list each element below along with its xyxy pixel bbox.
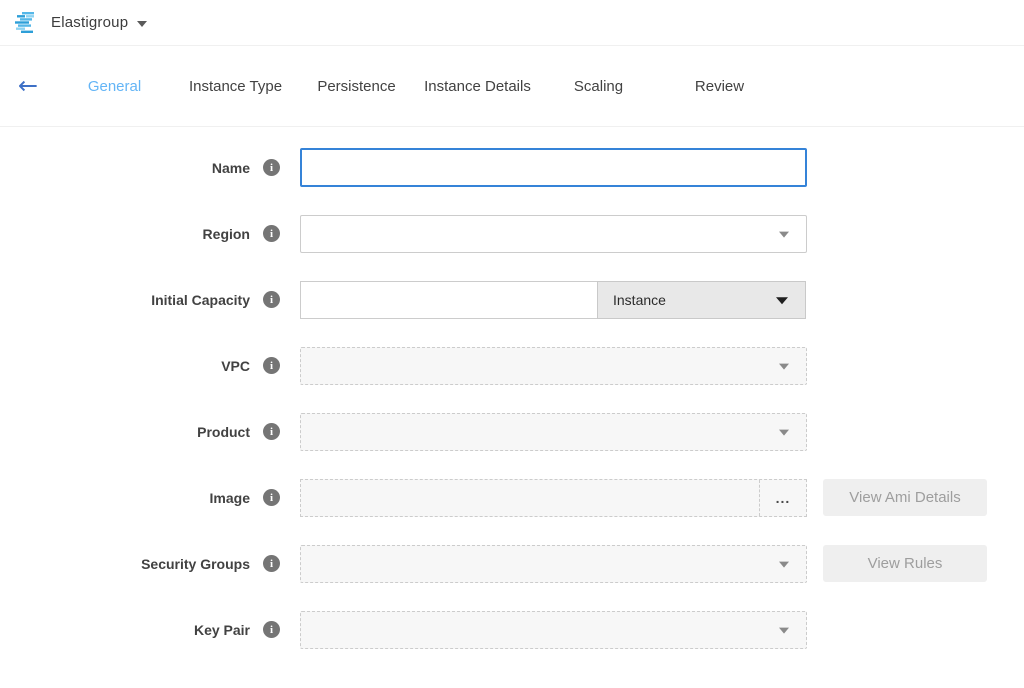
- image-value-area: [301, 480, 760, 516]
- chevron-down-icon: [779, 363, 789, 369]
- app-switcher-dropdown[interactable]: Elastigroup: [51, 14, 147, 31]
- tab-instance-type[interactable]: Instance Type: [175, 78, 296, 95]
- elastigroup-logo-icon: [14, 12, 40, 34]
- tab-scaling[interactable]: Scaling: [538, 78, 659, 95]
- key-pair-select[interactable]: [300, 611, 807, 649]
- chevron-down-icon: [776, 297, 788, 304]
- tab-review[interactable]: Review: [659, 78, 780, 95]
- chevron-down-icon: [137, 21, 147, 27]
- app-title: Elastigroup: [51, 14, 128, 31]
- info-icon[interactable]: i: [263, 555, 280, 572]
- product-select[interactable]: [300, 413, 807, 451]
- capacity-unit-value: Instance: [613, 292, 666, 308]
- browse-ellipsis-button[interactable]: ...: [760, 480, 806, 516]
- wizard-tabs: General Instance Type Persistence Instan…: [54, 78, 780, 95]
- form-row-key-pair: Key Pair i: [0, 610, 1024, 649]
- vpc-select[interactable]: [300, 347, 807, 385]
- info-icon[interactable]: i: [263, 357, 280, 374]
- form-row-initial-capacity: Initial Capacity i Instance: [0, 280, 1024, 319]
- name-label: Name: [212, 160, 250, 176]
- info-icon[interactable]: i: [263, 159, 280, 176]
- info-icon[interactable]: i: [263, 291, 280, 308]
- tab-general[interactable]: General: [54, 78, 175, 95]
- form-row-security-groups: Security Groups i View Rules: [0, 544, 1024, 583]
- key-pair-label: Key Pair: [194, 622, 250, 638]
- product-label: Product: [197, 424, 250, 440]
- chevron-down-icon: [779, 561, 789, 567]
- vpc-label: VPC: [221, 358, 250, 374]
- info-icon[interactable]: i: [263, 225, 280, 242]
- security-groups-select[interactable]: [300, 545, 807, 583]
- back-button[interactable]: ←: [18, 74, 38, 98]
- info-icon[interactable]: i: [263, 489, 280, 506]
- image-label: Image: [210, 490, 250, 506]
- view-rules-button[interactable]: View Rules: [823, 545, 987, 582]
- chevron-down-icon: [779, 429, 789, 435]
- form-row-product: Product i: [0, 412, 1024, 451]
- chevron-down-icon: [779, 627, 789, 633]
- top-bar: Elastigroup: [0, 0, 1024, 46]
- form-row-image: Image i ... View Ami Details: [0, 478, 1024, 517]
- region-label: Region: [203, 226, 250, 242]
- tab-persistence[interactable]: Persistence: [296, 78, 417, 95]
- form-row-vpc: VPC i: [0, 346, 1024, 385]
- tab-instance-details[interactable]: Instance Details: [417, 78, 538, 95]
- initial-capacity-label: Initial Capacity: [151, 292, 250, 308]
- wizard-tab-bar: ← General Instance Type Persistence Inst…: [0, 46, 1024, 127]
- image-input[interactable]: ...: [300, 479, 807, 517]
- security-groups-label: Security Groups: [141, 556, 250, 572]
- region-select[interactable]: [300, 215, 807, 253]
- form-row-region: Region i: [0, 214, 1024, 253]
- name-input[interactable]: [300, 148, 807, 187]
- form-row-name: Name i: [0, 148, 1024, 187]
- capacity-unit-select[interactable]: Instance: [597, 281, 806, 319]
- info-icon[interactable]: i: [263, 423, 280, 440]
- chevron-down-icon: [779, 231, 789, 237]
- view-ami-details-button[interactable]: View Ami Details: [823, 479, 987, 516]
- general-settings-form: Name i Region i Initial Capacity i: [0, 127, 1024, 649]
- initial-capacity-input[interactable]: [300, 281, 598, 319]
- info-icon[interactable]: i: [263, 621, 280, 638]
